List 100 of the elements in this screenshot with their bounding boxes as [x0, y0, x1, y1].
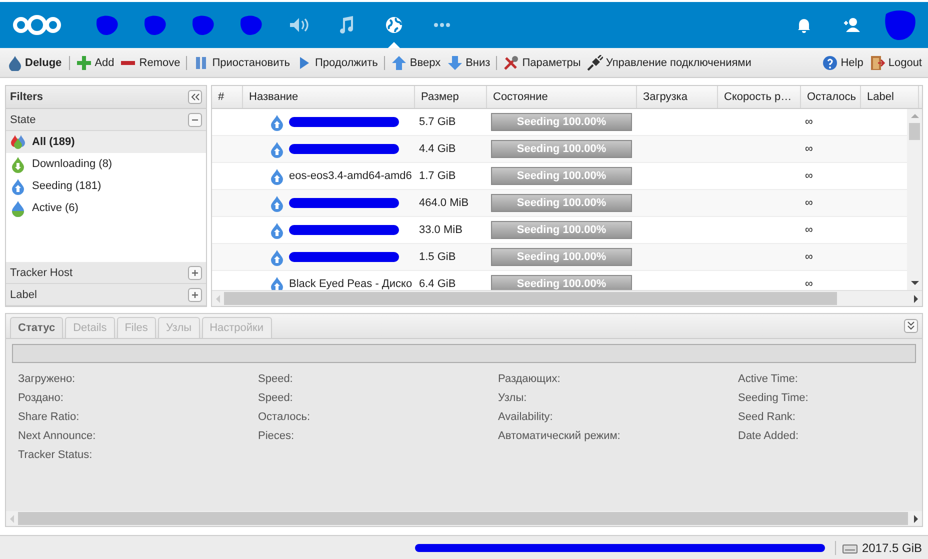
field-label: Осталось:: [258, 411, 312, 425]
table-cell: Black Eyed Peas - Диско: [289, 278, 412, 290]
section-header[interactable]: State: [6, 109, 206, 131]
column-header[interactable]: Загрузка: [637, 86, 718, 108]
field-label: Speed:: [258, 373, 294, 387]
minus-button[interactable]: Remove: [118, 54, 182, 70]
field-label: Раздающих:: [498, 373, 562, 387]
redaction-mark: [94, 13, 118, 37]
collapse-button[interactable]: [188, 112, 202, 126]
section-header[interactable]: Tracker Host: [6, 262, 206, 284]
filter-item[interactable]: Active (6): [6, 197, 206, 219]
redaction-mark: [238, 13, 262, 37]
column-header[interactable]: Состояние: [487, 86, 637, 108]
column-header[interactable]: Осталось: [801, 86, 861, 108]
column-header[interactable]: #: [212, 86, 243, 108]
scrollbar[interactable]: [212, 290, 922, 306]
table-cell: ∞: [805, 224, 813, 236]
plus-button[interactable]: Add: [74, 52, 116, 72]
progress-bar: Seeding 100.00%: [491, 275, 632, 290]
redaction-mark: [190, 13, 214, 37]
chevrons-down-icon: [906, 321, 916, 331]
tools-button[interactable]: Параметры: [501, 52, 583, 72]
column-header[interactable]: Label: [861, 86, 919, 108]
app-title: Deluge: [25, 56, 62, 68]
disk-space: 2017.5 GiB: [862, 540, 922, 554]
panel-title: Filters: [10, 91, 44, 103]
door-button[interactable]: Logout: [867, 52, 924, 72]
progress-bar: Seeding 100.00%: [491, 167, 632, 185]
table-cell: 464.0 MiB: [419, 197, 469, 209]
progress-bar: Seeding 100.00%: [491, 221, 632, 239]
scrollbar[interactable]: [907, 109, 922, 290]
expand-button[interactable]: [188, 288, 202, 302]
section-header[interactable]: Label: [6, 284, 206, 306]
table-cell: 6.4 GiB: [419, 278, 456, 290]
field-label: Загружено:: [18, 373, 76, 387]
plug-button[interactable]: Управление подключениями: [584, 52, 754, 72]
table-cell: 1.7 GiB: [419, 170, 456, 182]
redaction-mark: [883, 8, 917, 42]
drop-icon: [10, 134, 26, 150]
table-cell: eos-eos3.4-amd64-amd6: [289, 170, 412, 182]
filter-item[interactable]: Downloading (8): [6, 153, 206, 175]
field-label: Date Added:: [738, 430, 800, 444]
field-label: Seed Rank:: [738, 411, 796, 425]
field-label: Seeding Time:: [738, 392, 810, 406]
up-arrow-icon: [390, 54, 407, 70]
tools-icon: [503, 54, 520, 70]
section-title: Label: [10, 288, 37, 300]
collapse-button[interactable]: [904, 319, 918, 333]
drop-icon: [10, 178, 26, 194]
table-cell: ∞: [805, 143, 813, 155]
play-button[interactable]: Продолжить: [294, 52, 380, 72]
field-label: Share Ratio:: [18, 411, 80, 425]
seeding-icon: [269, 114, 285, 130]
filter-item[interactable]: Seeding (181): [6, 175, 206, 197]
table-cell: 33.0 MiB: [419, 224, 462, 236]
pause-button[interactable]: Приостановить: [191, 52, 292, 72]
filter-item[interactable]: All (189): [6, 131, 206, 153]
plug-icon: [586, 54, 603, 70]
progress-bar: Seeding 100.00%: [491, 248, 632, 266]
field-label: Tracker Status:: [18, 449, 94, 463]
column-header[interactable]: Размер: [415, 86, 487, 108]
seeding-icon: [269, 248, 285, 266]
plus-icon: [190, 268, 200, 278]
column-header[interactable]: Название: [243, 86, 415, 108]
collapse-button[interactable]: [188, 90, 202, 104]
section-title: State: [10, 114, 36, 126]
expand-button[interactable]: [188, 266, 202, 280]
progress-bar: Seeding 100.00%: [491, 140, 632, 158]
column-header[interactable]: Скорость р…: [718, 86, 801, 108]
progress-bar: Seeding 100.00%: [491, 194, 632, 212]
table-cell: ∞: [805, 116, 813, 128]
table-cell: 5.7 GiB: [419, 116, 456, 128]
seeding-icon: [269, 168, 285, 184]
down-arrow-icon: [446, 54, 463, 70]
table-cell: 1.5 GiB: [419, 251, 456, 263]
table-cell: ∞: [805, 278, 813, 290]
field-label: Next Announce:: [18, 430, 97, 444]
help-icon: [822, 54, 838, 70]
tab[interactable]: Статус: [10, 317, 64, 338]
down-arrow-button[interactable]: Вниз: [444, 52, 492, 72]
scrollbar[interactable]: [6, 511, 922, 526]
field-label: Роздано:: [18, 392, 64, 406]
field-label: Автоматический режим:: [498, 430, 622, 444]
door-icon: [869, 54, 886, 70]
drop-icon: [10, 156, 26, 172]
minus-icon: [120, 60, 136, 64]
field-label: Speed:: [258, 392, 294, 406]
seeding-icon: [269, 140, 285, 158]
seeding-icon: [269, 222, 285, 238]
up-arrow-button[interactable]: Вверх: [388, 52, 443, 72]
table-cell: ∞: [805, 251, 813, 263]
plus-icon: [190, 290, 200, 300]
help-button[interactable]: Help: [820, 52, 866, 72]
field-label: Узлы:: [498, 392, 528, 406]
field-label: Availability:: [498, 411, 554, 425]
progress-bar: Seeding 100.00%: [491, 113, 632, 131]
drop-icon: [7, 54, 21, 70]
logo-icon[interactable]: [12, 13, 62, 37]
table-cell: ∞: [805, 170, 813, 182]
seeding-icon: [269, 194, 285, 212]
